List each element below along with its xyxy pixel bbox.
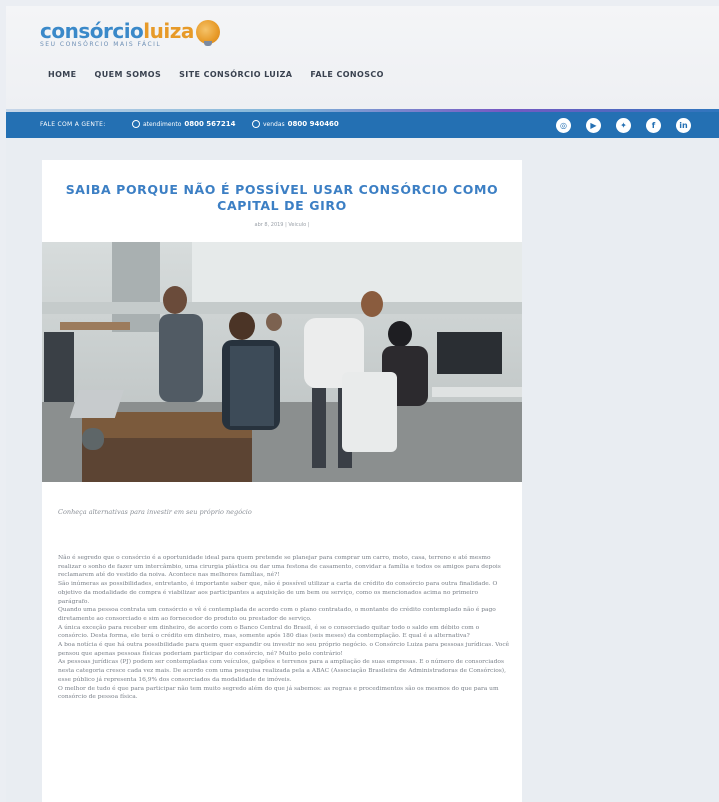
contact-label: FALE COM A GENTE: [40,121,106,128]
phone-atendimento[interactable]: atendimento 0800 567214 [132,120,236,128]
article-hero-image [42,242,522,482]
phone-icon [252,120,260,128]
nav-quem-somos[interactable]: QUEM SOMOS [95,70,162,79]
instagram-icon[interactable]: ◎ [556,118,571,133]
article-paragraph: A única exceção para receber em dinheiro… [58,624,480,640]
site-logo[interactable]: consórcioluiza SEU CONSÓRCIO MAIS FÁCIL [40,20,220,54]
linkedin-icon[interactable]: in [676,118,691,133]
logo-wordmark: consórcioluiza [40,20,194,42]
article-card: SAIBA PORQUE NÃO É POSSÍVEL USAR CONSÓRC… [42,160,522,802]
phone-atendimento-number: 0800 567214 [184,120,236,128]
phone-vendas-label: vendas [263,120,285,128]
site-header: consórcioluiza SEU CONSÓRCIO MAIS FÁCIL … [6,6,719,110]
article-paragraph: As pessoas jurídicas (PJ) podem ser cont… [58,659,506,683]
lightbulb-icon [195,20,220,46]
phone-vendas-number: 0800 940460 [287,120,339,128]
image-caption: Conheça alternativas para investir em se… [58,508,252,516]
article-paragraph: Quando uma pessoa contrata um consórcio … [58,607,496,622]
article-title: SAIBA PORQUE NÃO É POSSÍVEL USAR CONSÓRC… [65,182,499,213]
article-paragraph: Não é segredo que o consórcio é a oportu… [58,555,501,579]
sidebar [532,160,712,802]
article-paragraph: A boa notícia é que há outra possibilida… [58,642,510,657]
nav-site-consorcio-luiza[interactable]: SITE CONSÓRCIO LUIZA [179,70,292,79]
article-paragraph: O melhor de tudo é que para participar n… [58,685,499,701]
page: consórcioluiza SEU CONSÓRCIO MAIS FÁCIL … [6,6,719,802]
article-meta: abr 8, 2019 | Veiculo | [254,222,310,228]
phone-atendimento-label: atendimento [143,120,182,128]
youtube-icon[interactable]: ▶ [586,118,601,133]
phone-icon [132,120,140,128]
main-nav: HOME QUEM SOMOS SITE CONSÓRCIO LUIZA FAL… [48,70,384,79]
article-paragraph: São inúmeras as possibilidades, entretan… [58,581,498,605]
phone-vendas[interactable]: vendas 0800 940460 [252,120,339,128]
contact-bar: FALE COM A GENTE: atendimento 0800 56721… [6,112,719,138]
logo-part-2: luiza [143,19,194,43]
logo-part-1: consórcio [40,19,144,43]
facebook-icon[interactable]: f [646,118,661,133]
article-body: Não é segredo que o consórcio é a oportu… [58,554,510,702]
social-links: ◎ ▶ ✦ f in [556,118,691,133]
nav-fale-conosco[interactable]: FALE CONOSCO [310,70,384,79]
nav-home[interactable]: HOME [48,70,77,79]
logo-tagline: SEU CONSÓRCIO MAIS FÁCIL [40,41,162,48]
twitter-icon[interactable]: ✦ [616,118,631,133]
